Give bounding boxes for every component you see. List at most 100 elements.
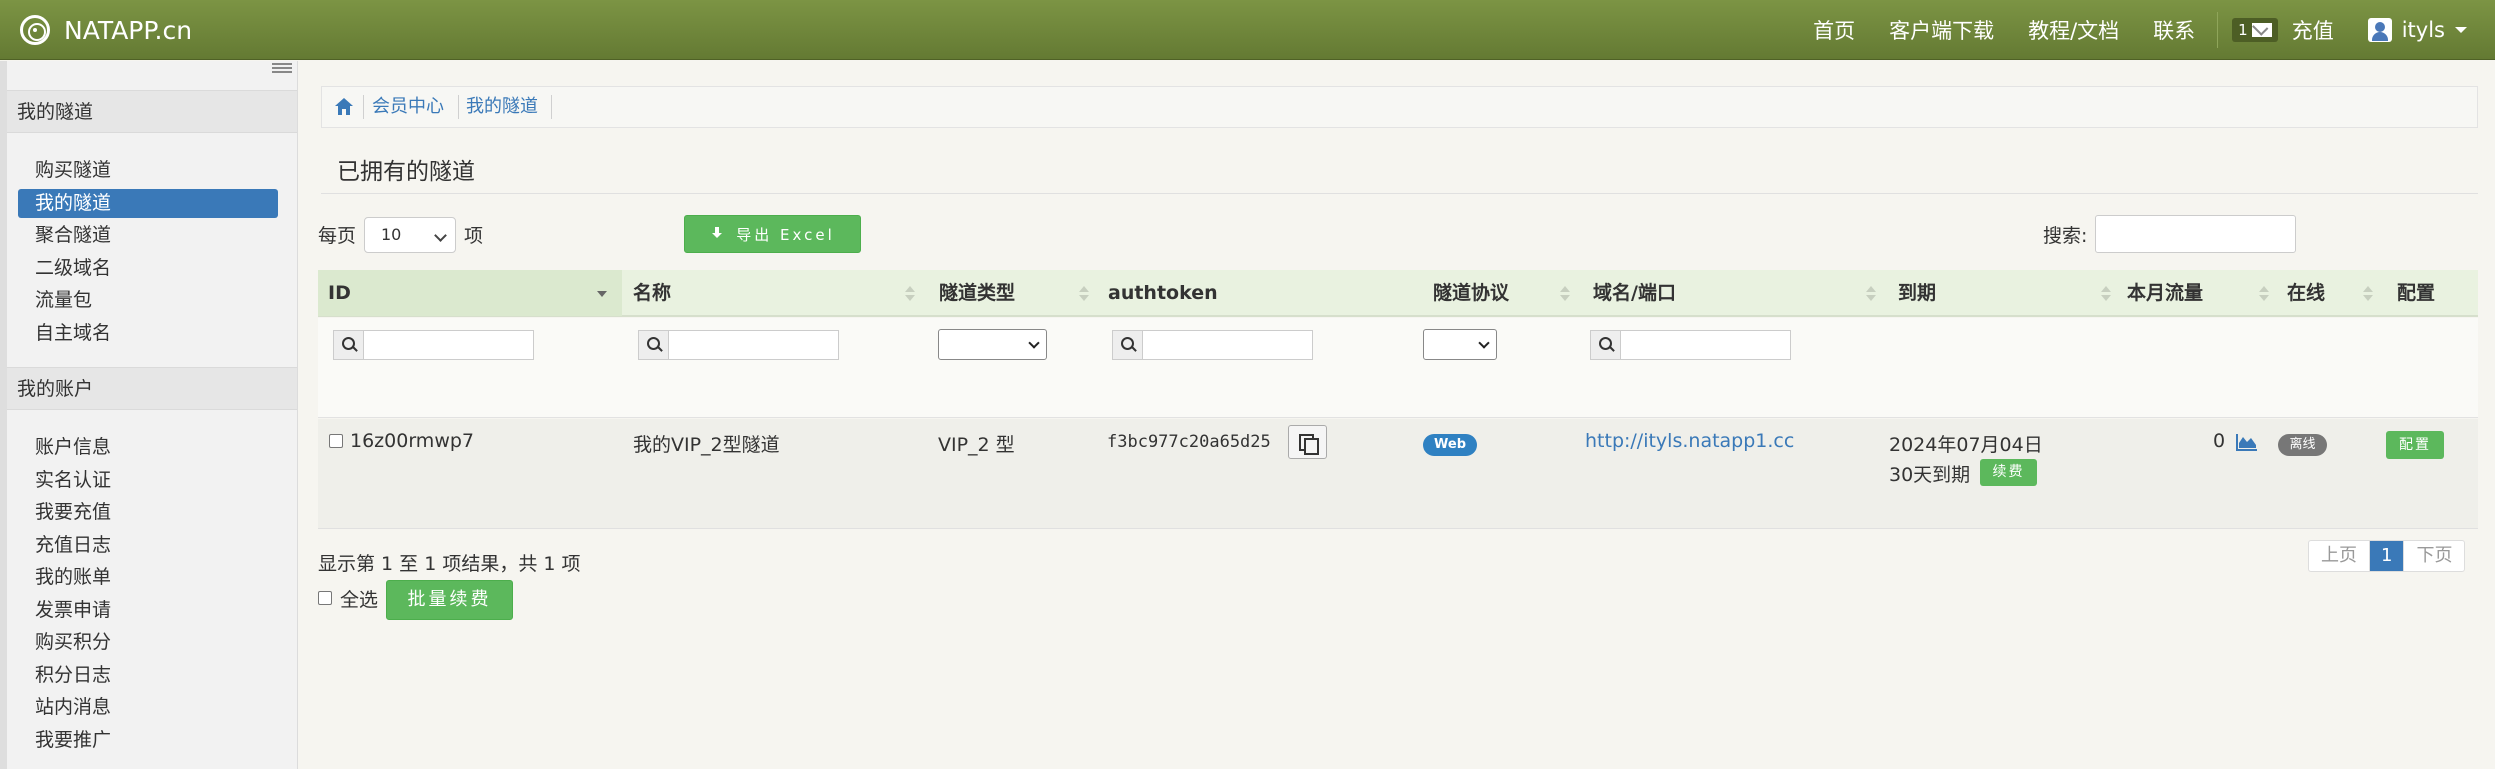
next-page-button[interactable]: 下页 <box>2404 541 2464 571</box>
select-all-checkbox[interactable] <box>318 591 332 605</box>
per-page-unit: 项 <box>464 225 484 247</box>
user-menu[interactable]: ityls <box>2367 18 2467 42</box>
filter-id-input[interactable] <box>333 330 534 360</box>
filter-name-input[interactable] <box>638 330 839 360</box>
tunnel-domain-link[interactable]: http://ityls.natapp1.cc <box>1585 430 1794 452</box>
column-authtoken: authtoken <box>1098 270 1408 316</box>
brand-logo[interactable]: NATAPP.cn <box>20 12 192 48</box>
sidebar-item-messages[interactable]: 站内消息 <box>18 693 278 722</box>
sidebar-item-recharge[interactable]: 我要充值 <box>18 498 278 527</box>
username: ityls <box>2401 18 2445 42</box>
column-online[interactable]: 在线 <box>2277 270 2387 316</box>
column-type-label: 隧道类型 <box>939 282 1016 304</box>
message-count: 1 <box>2238 21 2248 39</box>
sidebar-item-subdomain[interactable]: 二级域名 <box>18 254 278 283</box>
online-status-badge: 离线 <box>2278 434 2327 456</box>
column-traffic[interactable]: 本月流量 <box>2117 270 2277 316</box>
column-expire[interactable]: 到期 <box>1888 270 2117 316</box>
export-label: 导出 Excel <box>736 225 835 244</box>
tunnel-name: 我的VIP_2型隧道 <box>633 434 780 456</box>
sort-desc-icon <box>597 286 607 302</box>
search-icon <box>1591 331 1621 359</box>
sidebar-item-my-tunnels[interactable]: 我的隧道 <box>18 189 278 218</box>
sidebar-item-bills[interactable]: 我的账单 <box>18 563 278 592</box>
sidebar-strip <box>0 61 7 769</box>
filter-authtoken-input[interactable] <box>1112 330 1313 360</box>
column-protocol[interactable]: 隧道协议 <box>1423 270 1583 316</box>
column-name[interactable]: 名称 <box>623 270 928 316</box>
top-navbar: NATAPP.cn 首页 客户端下载 教程/文档 联系 1 充值 ityls <box>0 0 2495 60</box>
breadcrumb: 会员中心 我的隧道 <box>321 86 2478 128</box>
select-all-label[interactable]: 全选 <box>340 585 378 612</box>
tunnel-id: 16z00rmwp7 <box>350 430 475 452</box>
sidebar-item-account-info[interactable]: 账户信息 <box>18 433 278 462</box>
nav-recharge[interactable]: 充值 <box>2292 15 2334 45</box>
breadcrumb-my-tunnels[interactable]: 我的隧道 <box>466 87 538 127</box>
sidebar-item-buy-points[interactable]: 购买积分 <box>18 628 278 657</box>
search-icon <box>1113 331 1143 359</box>
logo-icon <box>20 15 50 45</box>
sort-icon <box>2101 286 2111 302</box>
row-checkbox[interactable] <box>329 434 343 448</box>
per-page-label: 每页 <box>318 225 357 247</box>
nav-contact[interactable]: 联系 <box>2153 15 2195 45</box>
copy-authtoken-button[interactable] <box>1288 425 1327 459</box>
filter-domain-input[interactable] <box>1590 330 1791 360</box>
filter-type-select[interactable] <box>938 329 1047 360</box>
per-page-select[interactable]: 10 <box>364 217 456 253</box>
column-config-label: 配置 <box>2397 282 2436 304</box>
nav-right: 首页 客户端下载 教程/文档 联系 1 充值 ityls <box>1813 0 2495 60</box>
home-icon[interactable] <box>334 97 354 116</box>
renew-button[interactable]: 续费 <box>1980 459 2037 486</box>
sidebar-item-promotion[interactable]: 我要推广 <box>18 726 278 755</box>
sidebar-item-invoice[interactable]: 发票申请 <box>18 596 278 625</box>
breadcrumb-divider <box>363 95 364 119</box>
traffic-chart-icon[interactable] <box>2236 433 2258 451</box>
sidebar-item-custom-domain[interactable]: 自主域名 <box>18 319 278 348</box>
breadcrumb-member-center[interactable]: 会员中心 <box>372 87 444 127</box>
sidebar-item-traffic-pack[interactable]: 流量包 <box>18 286 278 315</box>
sidebar-item-points-log[interactable]: 积分日志 <box>18 661 278 690</box>
batch-renew-button[interactable]: 批量续费 <box>386 580 513 620</box>
column-online-label: 在线 <box>2287 282 2326 304</box>
table-header: ID 名称 隧道类型 authtoken 隧道协议 域名/端口 到期 本月流量 … <box>318 270 2478 317</box>
search-input[interactable] <box>2095 215 2296 253</box>
search-icon <box>639 331 669 359</box>
results-info: 显示第 1 至 1 项结果，共 1 项 <box>318 553 581 575</box>
column-config: 配置 <box>2387 270 2478 316</box>
column-traffic-label: 本月流量 <box>2127 282 2204 304</box>
column-authtoken-label: authtoken <box>1108 282 1218 304</box>
sidebar-section-account[interactable]: 我的账户 <box>7 367 297 410</box>
search-label: 搜索: <box>2043 225 2088 247</box>
filter-protocol-select[interactable] <box>1423 329 1497 360</box>
export-excel-button[interactable]: 导出 Excel <box>684 215 861 253</box>
nav-divider <box>2217 12 2219 48</box>
sort-icon <box>2363 286 2373 302</box>
config-button[interactable]: 配置 <box>2386 431 2444 459</box>
collapse-sidebar-icon[interactable] <box>272 61 292 75</box>
sidebar-item-buy-tunnel[interactable]: 购买隧道 <box>18 156 278 185</box>
page-1-button[interactable]: 1 <box>2370 541 2405 571</box>
nav-home[interactable]: 首页 <box>1813 15 1855 45</box>
column-name-label: 名称 <box>633 282 672 304</box>
column-expire-label: 到期 <box>1898 282 1937 304</box>
sort-icon <box>1560 286 1570 302</box>
caret-down-icon <box>2455 27 2467 33</box>
sidebar-item-recharge-log[interactable]: 充值日志 <box>18 531 278 560</box>
column-type[interactable]: 隧道类型 <box>929 270 1099 316</box>
nav-client-download[interactable]: 客户端下载 <box>1889 15 1994 45</box>
protocol-badge: Web <box>1423 434 1477 456</box>
search-icon <box>334 331 364 359</box>
page-title: 已拥有的隧道 <box>337 159 475 185</box>
sidebar-section-tunnels[interactable]: 我的隧道 <box>7 90 297 133</box>
nav-docs[interactable]: 教程/文档 <box>2028 15 2119 45</box>
column-domain[interactable]: 域名/端口 <box>1583 270 1888 316</box>
message-button[interactable]: 1 <box>2232 18 2278 42</box>
column-protocol-label: 隧道协议 <box>1433 282 1510 304</box>
tunnel-authtoken: f3bc977c20a65d25 <box>1107 432 1271 452</box>
sidebar-item-aggregate-tunnel[interactable]: 聚合隧道 <box>18 221 278 250</box>
prev-page-button[interactable]: 上页 <box>2309 541 2370 571</box>
column-id[interactable]: ID <box>318 270 622 316</box>
sidebar-item-verification[interactable]: 实名认证 <box>18 466 278 495</box>
envelope-icon <box>2251 23 2272 37</box>
